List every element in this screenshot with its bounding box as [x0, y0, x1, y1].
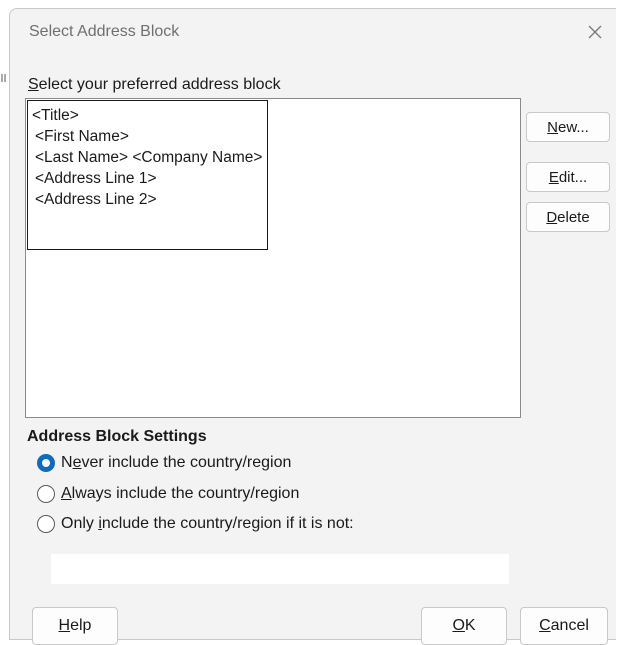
address-block-preview[interactable]: <Title> <First Name> <Last Name> <Compan… — [27, 100, 268, 250]
radio-never-include-label: Never include the country/region — [61, 454, 292, 471]
radio-never-include-control[interactable] — [37, 454, 55, 472]
radio-only-include[interactable]: Only include the country/region if it is… — [37, 512, 354, 536]
country-region-input[interactable] — [51, 554, 509, 584]
radio-never-include[interactable]: Never include the country/region — [37, 451, 291, 475]
help-button[interactable]: Help — [32, 607, 118, 645]
preview-line: <Title> — [32, 107, 79, 124]
preview-line: <Address Line 2> — [35, 191, 157, 208]
radio-always-include[interactable]: Always include the country/region — [37, 482, 299, 506]
edit-button[interactable]: Edit... — [526, 162, 610, 192]
dialog-title: Select Address Block — [29, 23, 180, 40]
window-edge-marker — [1, 74, 6, 82]
address-block-list[interactable]: <Title> <First Name> <Last Name> <Compan… — [25, 98, 521, 418]
radio-only-include-label: Only include the country/region if it is… — [61, 515, 354, 532]
delete-button[interactable]: Delete — [526, 202, 610, 232]
close-icon — [588, 25, 602, 39]
radio-always-include-control[interactable] — [37, 485, 55, 503]
select-address-block-dialog: Select Address Block Select your preferr… — [9, 8, 616, 645]
ok-button[interactable]: OK — [421, 607, 507, 645]
radio-only-include-control[interactable] — [37, 515, 55, 533]
cancel-button[interactable]: Cancel — [520, 607, 608, 645]
address-list-label: Select your preferred address block — [28, 76, 281, 93]
close-button[interactable] — [581, 19, 609, 45]
preview-line: <First Name> — [35, 128, 129, 145]
new-button[interactable]: New... — [526, 112, 610, 142]
address-block-settings-heading: Address Block Settings — [27, 428, 207, 445]
radio-always-include-label: Always include the country/region — [61, 485, 300, 502]
preview-line: <Last Name> <Company Name> — [35, 149, 263, 166]
preview-line: <Address Line 1> — [35, 170, 157, 187]
